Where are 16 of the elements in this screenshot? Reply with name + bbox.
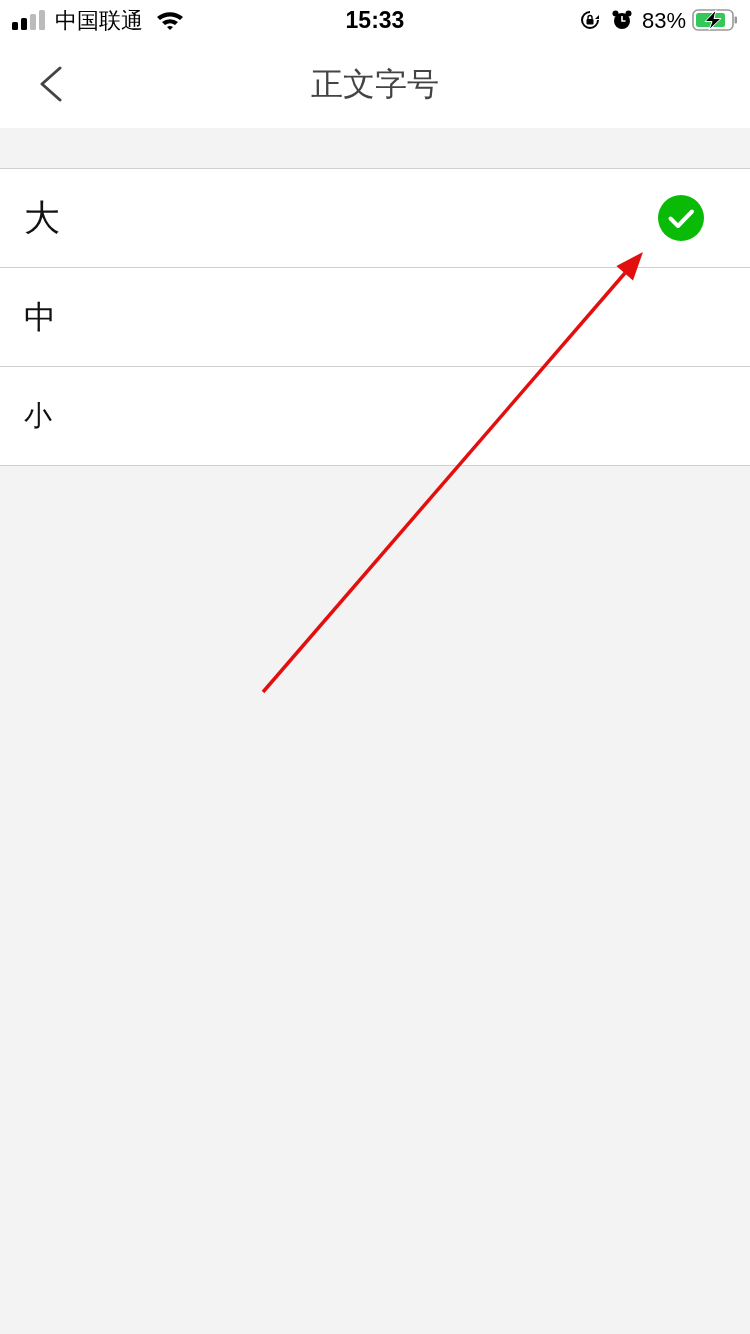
back-button[interactable] <box>38 66 64 102</box>
back-chevron-icon <box>38 66 64 102</box>
font-size-option[interactable]: 大 <box>0 169 750 268</box>
battery-charging-icon <box>692 9 738 31</box>
rotation-lock-icon <box>579 10 600 30</box>
status-time: 15:33 <box>345 5 405 35</box>
battery-percent: 83% <box>641 6 686 35</box>
wifi-icon <box>155 9 185 31</box>
option-label: 中 <box>24 298 56 337</box>
option-label: 小 <box>24 399 52 433</box>
option-label: 大 <box>24 197 60 240</box>
page-title: 正文字号 <box>310 64 440 104</box>
carrier-name: 中国联通 <box>55 6 143 35</box>
signal-icon <box>12 10 45 30</box>
alarm-clock-icon <box>611 10 632 30</box>
font-size-option[interactable]: 小 <box>0 367 750 466</box>
